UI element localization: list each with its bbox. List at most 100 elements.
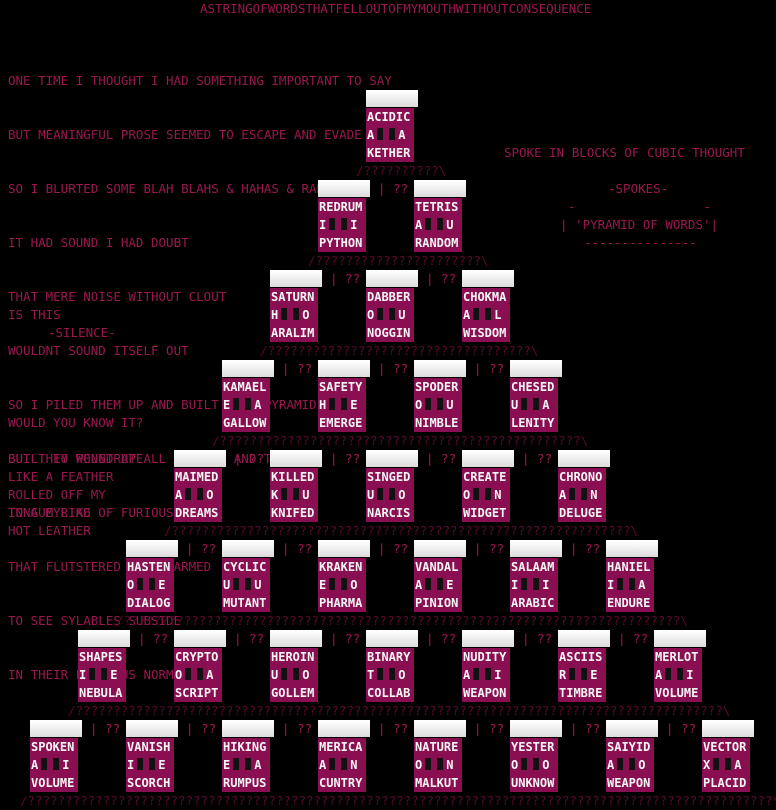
block-word-top: KILLED xyxy=(271,470,315,484)
word-block: BINARY T O COLLAB xyxy=(366,630,418,702)
filler-text: | ?? xyxy=(90,721,121,736)
block-face: AN xyxy=(558,486,607,504)
block-window xyxy=(473,488,480,500)
block-window xyxy=(425,758,432,770)
block-cap xyxy=(414,720,466,737)
word-block: CYCLIC U U MUTANT xyxy=(222,540,274,612)
block-word-bottom: PHARMA xyxy=(319,596,363,610)
block-letter: O xyxy=(302,668,310,682)
block-face: UO xyxy=(270,666,319,684)
spokes-heading: -SPOKES- xyxy=(608,181,669,196)
block-letter: I xyxy=(62,758,70,772)
filler-text: | ?? xyxy=(330,451,361,466)
pyramid-ledge: /???????????????????????????????????\ xyxy=(260,343,539,358)
filler-text: | ?? xyxy=(282,541,313,556)
block-window xyxy=(389,308,396,320)
block-word-bottom: NARCIS xyxy=(367,506,411,520)
pyramid-ledge: /???????????????????????????????????????… xyxy=(68,703,731,718)
word-block: MERLOT A I VOLUME xyxy=(654,630,706,702)
block-face: AI xyxy=(30,756,79,774)
block-window xyxy=(521,758,528,770)
block-word-bottom: PLACID xyxy=(703,776,747,790)
block-word-bottom: RUMPUS xyxy=(223,776,267,790)
block-face: UA xyxy=(510,396,559,414)
block-window xyxy=(617,758,624,770)
block-word-bottom: UNKNOW xyxy=(511,776,555,790)
block-face: HE xyxy=(318,396,367,414)
word-block: SHAPES I E NEBULA xyxy=(78,630,130,702)
block-word-top: KRAKEN xyxy=(319,560,363,574)
block-word-top: SPOKEN xyxy=(31,740,75,754)
block-face: AA xyxy=(366,126,415,144)
block-letter: E xyxy=(158,578,166,592)
block-letter: I xyxy=(127,758,135,772)
block-letter: U xyxy=(446,218,454,232)
block-word-bottom: RANDOM xyxy=(415,236,459,250)
block-window xyxy=(281,308,288,320)
block-letter: A xyxy=(319,758,327,772)
block-cap xyxy=(606,540,658,557)
filler-text: | ?? xyxy=(378,541,409,556)
block-cap xyxy=(366,450,418,467)
block-face: AI xyxy=(654,666,703,684)
word-block: HASTEN O E DIALOG xyxy=(126,540,178,612)
block-letter: A xyxy=(367,128,375,142)
block-face: HO xyxy=(270,306,319,324)
block-cap xyxy=(30,720,82,737)
block-letter: O xyxy=(175,668,183,682)
block-window xyxy=(281,488,288,500)
block-letter: U xyxy=(223,578,231,592)
block-word-top: VECTOR xyxy=(703,740,747,754)
block-face: II xyxy=(318,216,367,234)
block-cap xyxy=(606,720,658,737)
block-window xyxy=(437,218,444,230)
word-block: HIKING E A RUMPUS xyxy=(222,720,274,792)
block-window xyxy=(389,488,396,500)
block-letter: I xyxy=(350,218,358,232)
block-letter: N xyxy=(446,758,454,772)
block-letter: U xyxy=(367,488,375,502)
block-word-bottom: VOLUME xyxy=(31,776,75,790)
block-word-top: VANDAL xyxy=(415,560,459,574)
word-block: VANDAL A E PINION xyxy=(414,540,466,612)
block-word-bottom: DIALOG xyxy=(127,596,171,610)
block-word-top: REDRUM xyxy=(319,200,363,214)
block-face: UU xyxy=(222,576,271,594)
block-face: XA xyxy=(702,756,751,774)
block-letter: I xyxy=(686,668,694,682)
block-cap xyxy=(414,180,466,197)
word-block: NUDITY A I WEAPON xyxy=(462,630,514,702)
block-window xyxy=(437,578,444,590)
block-letter: U xyxy=(302,488,310,502)
block-cap xyxy=(366,630,418,647)
block-window xyxy=(137,578,144,590)
block-window xyxy=(185,488,192,500)
block-window xyxy=(101,668,108,680)
block-cap xyxy=(558,630,610,647)
block-word-top: NUDITY xyxy=(463,650,507,664)
block-face: IE xyxy=(126,756,175,774)
block-word-top: SAFETY xyxy=(319,380,363,394)
block-window xyxy=(293,488,300,500)
word-block: VANISH I E SCORCH xyxy=(126,720,178,792)
feather-line: LIKE A FEATHER xyxy=(8,469,114,484)
block-word-top: TETRIS xyxy=(415,200,459,214)
poem-line: BUT MEANINGFUL PROSE SEEMED TO ESCAPE AN… xyxy=(8,127,385,142)
block-letter: O xyxy=(638,758,646,772)
word-block: CHRONO A N DELUGE xyxy=(558,450,610,522)
feather-line: BUILT TO PENETRATE xyxy=(8,451,144,466)
block-window xyxy=(281,668,288,680)
block-cap xyxy=(510,360,562,377)
block-window xyxy=(233,398,240,410)
block-window xyxy=(245,398,252,410)
block-cap xyxy=(318,720,370,737)
block-letter: E xyxy=(158,758,166,772)
block-cap xyxy=(222,720,274,737)
is-this-text: IS THIS xyxy=(8,307,61,322)
block-cap xyxy=(366,90,418,107)
block-window xyxy=(149,758,156,770)
spokes-underline: --------------- xyxy=(584,235,697,250)
block-window xyxy=(245,578,252,590)
block-word-bottom: WIDGET xyxy=(463,506,507,520)
word-block: KAMAEL E A GALLOW xyxy=(222,360,274,432)
